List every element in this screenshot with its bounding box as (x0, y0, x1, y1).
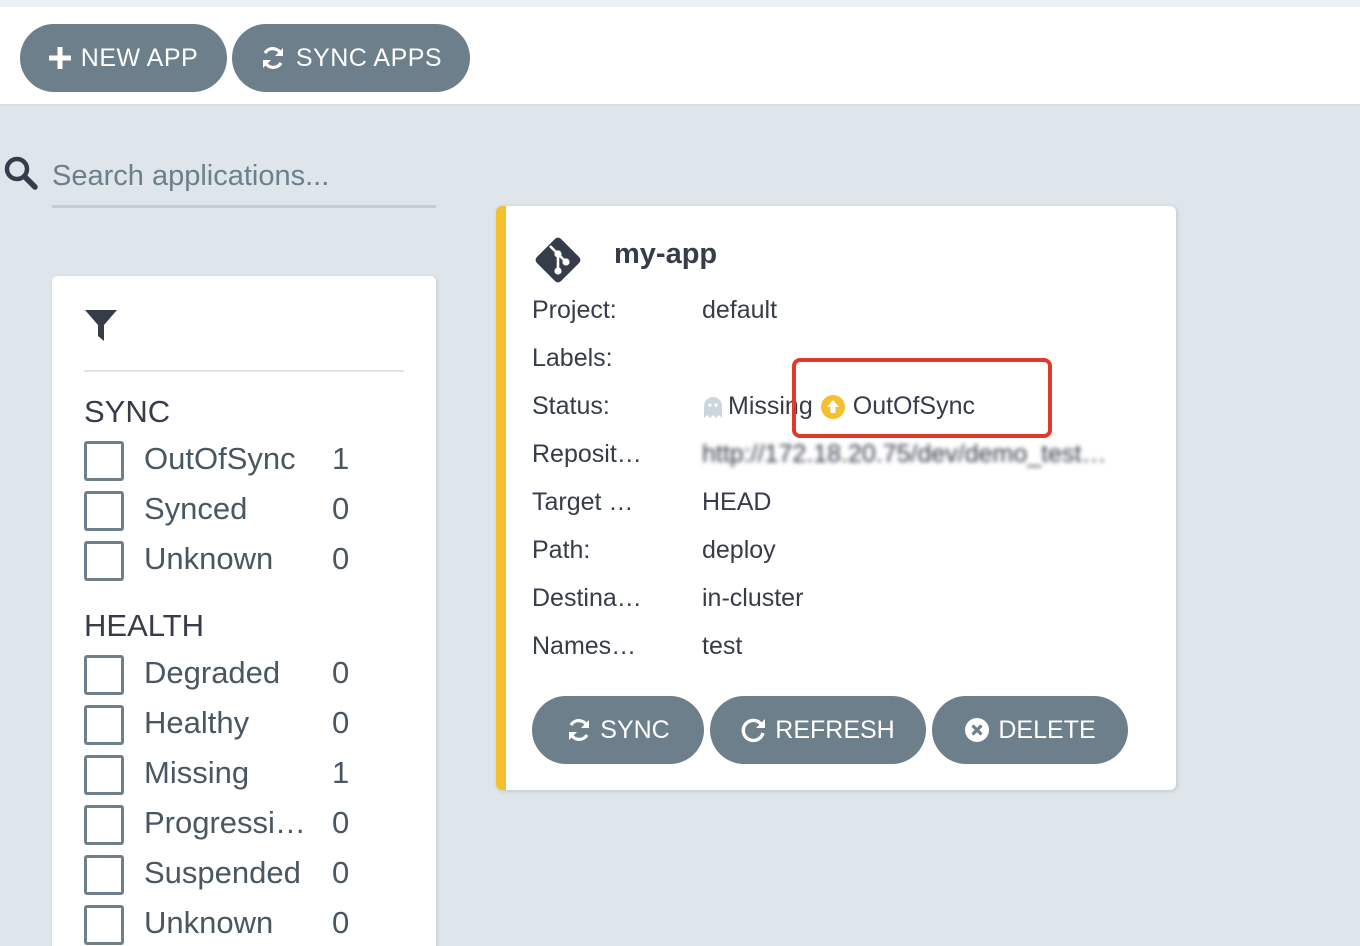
project-label: Project: (532, 296, 617, 324)
filter-icon (84, 308, 118, 347)
labels-label: Labels: (532, 344, 613, 372)
filter-health-progressing[interactable]: Progressi… 0 (84, 803, 404, 847)
repository-row: Reposit… http://172.18.20.75/dev/demo_te… (532, 434, 1172, 474)
new-app-label: NEW APP (80, 43, 199, 72)
search-icon (4, 156, 38, 195)
filter-label: Suspended (144, 855, 301, 890)
filters-divider (84, 370, 404, 372)
filter-count: 1 (332, 441, 350, 476)
filter-sync-unknown[interactable]: Unknown 0 (84, 539, 404, 583)
filter-label: Synced (144, 491, 248, 526)
status-row: Status: Missing OutOfSync (532, 386, 1172, 426)
filter-label: Unknown (144, 905, 274, 940)
project-row: Project: default (532, 290, 1172, 330)
namespace-label: Names… (532, 632, 637, 660)
filter-label: Progressi… (144, 805, 306, 840)
target-row: Target … HEAD (532, 482, 1172, 522)
sync-icon (566, 717, 592, 743)
destination-value: in-cluster (702, 584, 804, 612)
sync-status-text: OutOfSync (852, 392, 976, 420)
checkbox[interactable] (84, 755, 124, 795)
arrow-up-circle-icon (820, 394, 845, 419)
filter-count: 0 (332, 705, 350, 740)
repository-value[interactable]: http://172.18.20.75/dev/demo_test… (702, 440, 1138, 469)
status-label: Status: (532, 392, 610, 420)
filter-count: 0 (332, 805, 350, 840)
filter-sync-outofsync[interactable]: OutOfSync 1 (84, 439, 404, 483)
target-value: HEAD (702, 488, 772, 516)
filter-health-suspended[interactable]: Suspended 0 (84, 853, 404, 897)
checkbox[interactable] (84, 705, 124, 745)
status-value: Missing OutOfSync (702, 392, 975, 421)
target-label: Target … (532, 488, 634, 516)
filter-count: 0 (332, 491, 350, 526)
destination-label: Destina… (532, 584, 642, 612)
filter-count: 0 (332, 905, 350, 940)
checkbox[interactable] (84, 491, 124, 531)
filter-label: Missing (144, 755, 250, 790)
checkbox[interactable] (84, 441, 124, 481)
filter-label: OutOfSync (144, 441, 296, 476)
filter-label: Degraded (144, 655, 281, 690)
top-toolbar: NEW APP SYNC APPS (0, 0, 1360, 106)
search-bar (0, 140, 440, 212)
project-value: default (702, 296, 778, 324)
filter-health-degraded[interactable]: Degraded 0 (84, 653, 404, 697)
namespace-value: test (702, 632, 743, 660)
namespace-row: Names… test (532, 626, 1172, 666)
refresh-button[interactable]: REFRESH (710, 696, 926, 764)
times-circle-icon (964, 717, 990, 743)
filter-sync-synced[interactable]: Synced 0 (84, 489, 404, 533)
filter-count: 0 (332, 655, 350, 690)
checkbox[interactable] (84, 805, 124, 845)
filter-health-healthy[interactable]: Healthy 0 (84, 703, 404, 747)
plus-icon (48, 47, 71, 69)
filter-count: 0 (332, 541, 350, 576)
sync-apps-button[interactable]: SYNC APPS (232, 24, 470, 92)
sync-button[interactable]: SYNC (532, 696, 704, 764)
filter-count: 1 (332, 755, 350, 790)
filters-panel: SYNC OutOfSync 1 Synced 0 Unknown 0 HEAL… (52, 276, 436, 946)
sync-apps-label: SYNC APPS (295, 43, 443, 72)
checkbox[interactable] (84, 855, 124, 895)
checkbox[interactable] (84, 541, 124, 581)
app-name[interactable]: my-app (614, 238, 717, 271)
delete-label: DELETE (998, 715, 1096, 744)
filter-count: 0 (332, 855, 350, 890)
refresh-icon (741, 717, 767, 743)
checkbox[interactable] (84, 655, 124, 695)
path-value: deploy (702, 536, 776, 564)
labels-row: Labels: (532, 338, 1172, 378)
filter-health-unknown[interactable]: Unknown 0 (84, 903, 404, 946)
path-row: Path: deploy (532, 530, 1172, 570)
checkbox[interactable] (84, 905, 124, 945)
sync-icon (260, 45, 286, 71)
search-input[interactable] (52, 148, 436, 208)
health-filter-title: HEALTH (84, 608, 205, 643)
filter-label: Healthy (144, 705, 250, 740)
delete-button[interactable]: DELETE (932, 696, 1128, 764)
ghost-icon (702, 395, 724, 419)
git-icon (532, 234, 584, 291)
repository-label: Reposit… (532, 440, 642, 468)
sync-filter-title: SYNC (84, 394, 171, 429)
sync-label: SYNC (600, 715, 670, 744)
destination-row: Destina… in-cluster (532, 578, 1172, 618)
health-status-text: Missing (728, 392, 813, 420)
filter-label: Unknown (144, 541, 274, 576)
refresh-label: REFRESH (775, 715, 895, 744)
path-label: Path: (532, 536, 591, 564)
filter-health-missing[interactable]: Missing 1 (84, 753, 404, 797)
new-app-button[interactable]: NEW APP (20, 24, 227, 92)
